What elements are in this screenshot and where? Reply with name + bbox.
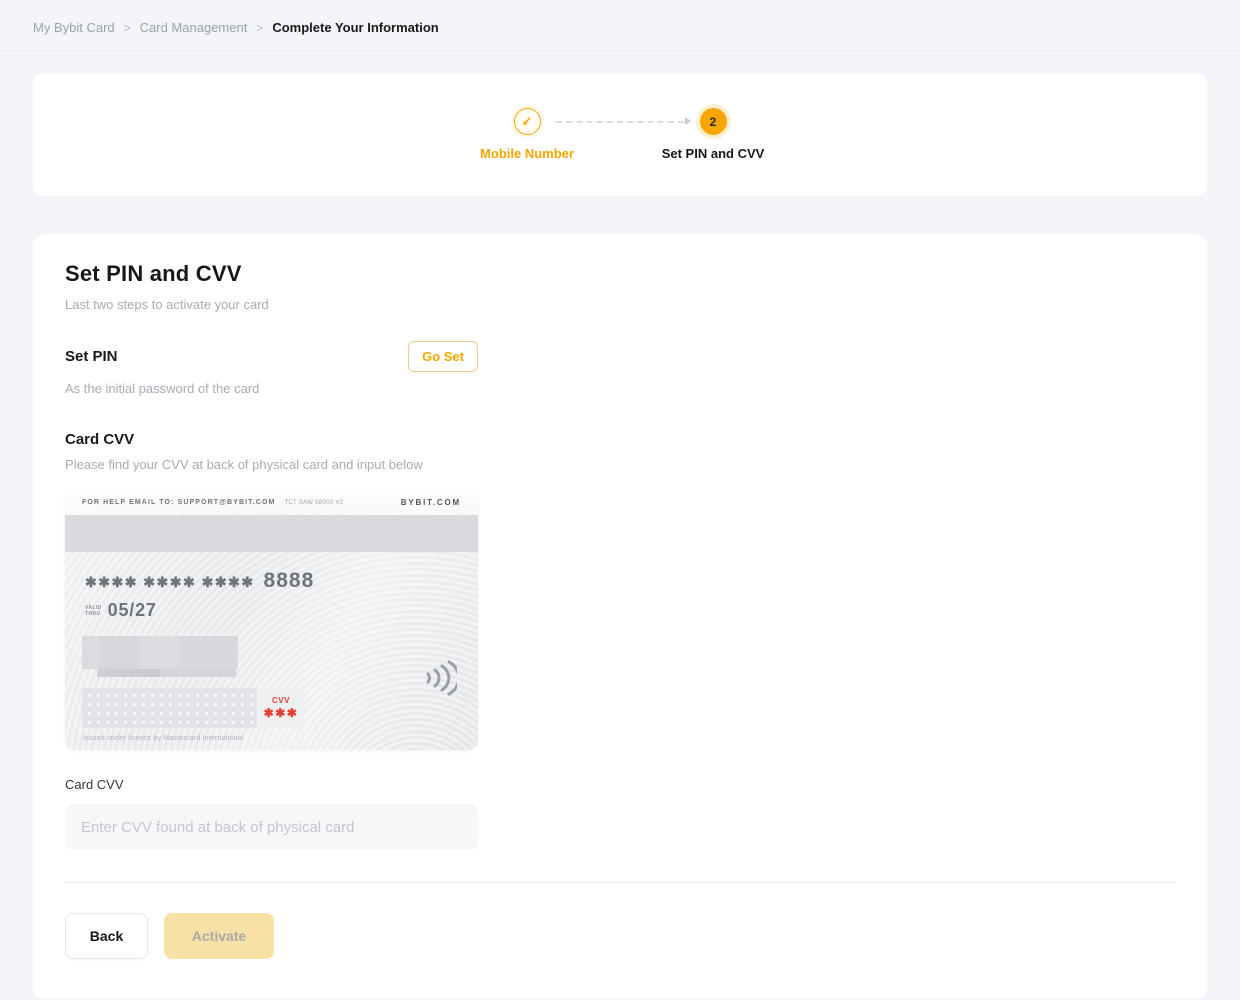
card-cvv-heading: Card CVV [65,431,478,448]
set-pin-row: Set PIN Go Set [65,341,478,372]
footer-divider [65,882,1175,883]
signature-dots-pattern [82,688,257,728]
card-magnetic-stripe [65,515,478,552]
page-title: Set PIN and CVV [65,261,1175,287]
card-number: ✱✱✱✱ ✱✱✱✱ ✱✱✱✱ 8888 [85,569,478,593]
stepper-panel: ✓ Mobile Number 2 Set PIN and CVV [33,73,1207,196]
card-code-text: TCT SAW 58000 V2 [284,500,343,506]
step-set-pin-and-cvv: 2 Set PIN and CVV [698,108,728,161]
cvv-label: CVV [272,696,290,705]
step-done-check-icon: ✓ [514,108,541,135]
valid-thru-label: VALID THRU [85,605,102,617]
card-cvv-description: Please find your CVV at back of physical… [65,457,478,472]
card-number-masked: ✱✱✱✱ ✱✱✱✱ ✱✱✱✱ [85,574,255,591]
stepper-connector [556,121,684,123]
activate-button[interactable]: Activate [164,913,274,959]
breadcrumb-card-management[interactable]: Card Management [140,20,248,35]
breadcrumb-my-bybit-card[interactable]: My Bybit Card [33,20,115,35]
card-header-strip: FOR HELP EMAIL TO: SUPPORT@BYBIT.COM TCT… [65,490,478,515]
card-redacted-details [82,636,238,677]
redacted-bar [97,669,236,677]
set-pin-heading: Set PIN [65,348,118,365]
step-mobile-number: ✓ Mobile Number [512,108,542,161]
cvv-input[interactable] [65,804,478,850]
chevron-right-icon: > [124,21,131,35]
card-number-last4: 8888 [264,569,315,593]
cvv-masked-value: ✱✱✱ [264,706,299,720]
go-set-button[interactable]: Go Set [408,341,478,372]
footer-actions: Back Activate [65,913,1175,959]
step-label: Mobile Number [480,146,574,161]
set-pin-description: As the initial password of the card [65,381,478,396]
step-number-badge: 2 [700,108,727,135]
set-pin-cvv-panel: Set PIN and CVV Last two steps to activa… [33,234,1207,999]
card-back-preview: FOR HELP EMAIL TO: SUPPORT@BYBIT.COM TCT… [65,490,478,750]
page-subtitle: Last two steps to activate your card [65,297,1175,312]
chevron-right-icon: > [256,21,263,35]
card-expiry: 05/27 [108,600,157,621]
arrow-right-icon [685,117,691,125]
step-label: Set PIN and CVV [662,146,765,161]
breadcrumb-complete-your-information: Complete Your Information [272,20,438,35]
stepper: ✓ Mobile Number 2 Set PIN and CVV [512,108,728,161]
card-expiry-row: VALID THRU 05/27 [85,600,478,621]
card-help-text: FOR HELP EMAIL TO: SUPPORT@BYBIT.COM [82,499,275,506]
redacted-block-row [82,636,238,669]
card-cvv-box: CVV ✱✱✱ [257,688,305,728]
card-license-text: Issued under licence by Mastercard Inter… [83,735,244,742]
breadcrumb: My Bybit Card > Card Management > Comple… [0,0,1240,51]
back-button[interactable]: Back [65,913,148,959]
card-signature-strip: CVV ✱✱✱ [82,688,305,728]
contactless-icon [421,657,457,704]
card-brand-text: BYBIT.COM [401,498,461,507]
cvv-input-label: Card CVV [65,777,478,792]
